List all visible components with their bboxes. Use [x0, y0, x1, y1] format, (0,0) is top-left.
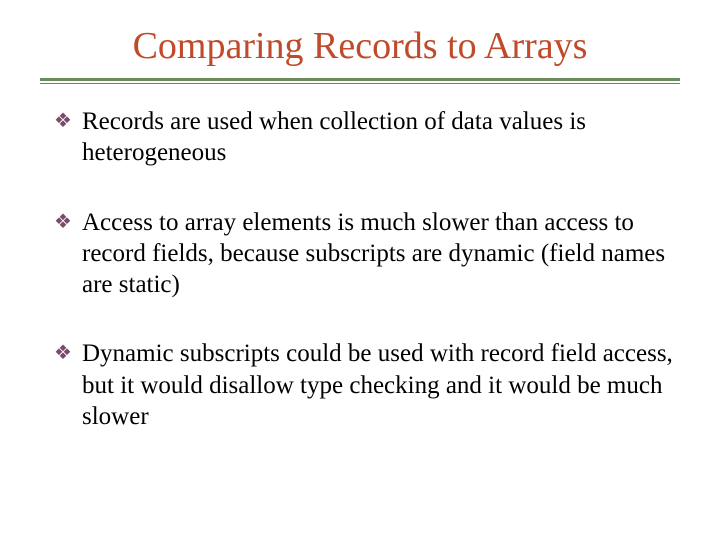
title-divider: [40, 78, 680, 84]
slide-title: Comparing Records to Arrays: [40, 24, 680, 68]
bullet-text: Records are used when collection of data…: [82, 108, 586, 166]
diamond-bullet-icon: ❖: [54, 341, 72, 366]
bullet-text: Access to array elements is much slower …: [82, 209, 665, 299]
list-item: ❖ Access to array elements is much slowe…: [58, 207, 680, 301]
bullet-list: ❖ Records are used when collection of da…: [40, 106, 680, 432]
list-item: ❖ Dynamic subscripts could be used with …: [58, 338, 680, 432]
diamond-bullet-icon: ❖: [54, 109, 72, 134]
diamond-bullet-icon: ❖: [54, 210, 72, 235]
list-item: ❖ Records are used when collection of da…: [58, 106, 680, 169]
bullet-text: Dynamic subscripts could be used with re…: [82, 340, 673, 430]
